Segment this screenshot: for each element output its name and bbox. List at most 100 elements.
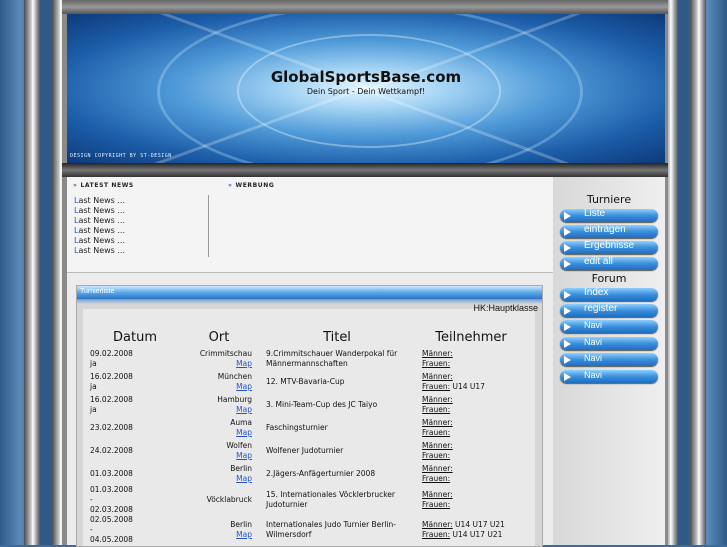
- place-cell: Crimmitschau: [199, 348, 252, 358]
- news-item[interactable]: Last News ...: [74, 226, 125, 236]
- table-row[interactable]: 16.02.2008 ja Hamburg Map 3. Mini-Team-Cup…: [90, 393, 526, 416]
- women-link[interactable]: Frauen:: [422, 428, 450, 437]
- title-cell[interactable]: Faschingsturnier: [258, 416, 416, 439]
- title-cell[interactable]: 12. MTV-Bavaria-Cup: [258, 370, 416, 393]
- women-link[interactable]: Frauen:: [422, 382, 450, 391]
- date-cell: 24.02.2008: [90, 445, 133, 455]
- decor-pillar: [690, 0, 706, 545]
- map-link[interactable]: Map: [236, 359, 252, 368]
- header-banner: GlobalSportsBase.com Dein Sport - Dein W…: [67, 14, 665, 163]
- map-link[interactable]: Map: [236, 405, 252, 414]
- nav-register-button[interactable]: register: [560, 303, 658, 317]
- men-classes: U14 U17 U21: [452, 520, 505, 529]
- nav-navi-button[interactable]: Navi: [560, 337, 658, 350]
- table-row[interactable]: 01.03.2008-02.03.2008 Vöcklabruck 15. In…: [90, 485, 526, 515]
- women-link[interactable]: Frauen:: [422, 451, 450, 460]
- titlebar-shadow: [77, 299, 542, 304]
- nav-liste-button[interactable]: Liste: [560, 208, 658, 222]
- play-arrow-icon: [564, 291, 571, 299]
- table-row[interactable]: 01.03.2008 Berlin Map 2.Jägers-Anfägertur…: [90, 462, 526, 485]
- design-copyright: DESIGN COPYRIGHT BY ST-DESIGN: [70, 153, 172, 159]
- news-list: Last News ... Last News ... Last News ..…: [74, 196, 125, 256]
- table-row[interactable]: 23.02.2008 Auma Map Faschingsturnier Männ…: [90, 416, 526, 439]
- sidebar-title-turniere: Turniere: [586, 193, 632, 206]
- women-link[interactable]: Frauen:: [422, 474, 450, 483]
- map-link[interactable]: Map: [236, 382, 252, 391]
- women-link[interactable]: Frauen:: [422, 359, 450, 368]
- map-link[interactable]: Map: [236, 474, 252, 483]
- divider: [208, 195, 209, 257]
- double-chevron-icon: »: [73, 182, 78, 189]
- news-item[interactable]: Last News ...: [74, 216, 125, 226]
- men-link[interactable]: Männer:: [422, 395, 453, 404]
- play-arrow-icon: [564, 356, 571, 364]
- men-link[interactable]: Männer:: [422, 520, 453, 529]
- title-cell[interactable]: 9.Crimmitschauer Wanderpokal für Männerm…: [258, 347, 416, 370]
- women-link[interactable]: Frauen:: [422, 405, 450, 414]
- nav-eintragen-button[interactable]: eintragen: [560, 224, 658, 238]
- column-header-datum: Datum: [113, 329, 157, 345]
- nav-ergebnisse-button[interactable]: Ergebnisse: [560, 240, 658, 254]
- tournament-list-titlebar: Turnierliste: [77, 286, 542, 299]
- date-extra: -: [90, 495, 93, 504]
- nav-navi-button[interactable]: Navi: [560, 320, 658, 333]
- title-cell[interactable]: Wolfener Judoturnier: [258, 439, 416, 462]
- map-link[interactable]: Map: [236, 451, 252, 460]
- place-cell: Vöcklabruck: [206, 495, 252, 504]
- place-cell: Berlin: [230, 463, 252, 473]
- play-arrow-icon: [564, 373, 571, 381]
- place-cell: München: [217, 371, 252, 381]
- date-cell: 02.05.2008: [90, 515, 133, 524]
- title-cell[interactable]: 3. Mini-Team-Cup des JC Taiyo: [258, 393, 416, 416]
- place-cell: Auma: [230, 417, 252, 427]
- play-arrow-icon: [564, 228, 571, 236]
- men-link[interactable]: Männer:: [422, 490, 453, 499]
- nav-navi-button[interactable]: Navi: [560, 353, 658, 366]
- site-title: GlobalSportsBase.com: [270, 68, 462, 86]
- women-link[interactable]: Frauen:: [422, 530, 450, 539]
- title-cell[interactable]: Internationales Judo Turnier Berlin-Wilm…: [258, 515, 416, 545]
- news-item[interactable]: Last News ...: [74, 236, 125, 246]
- class-legend: HK:Hauptklasse: [473, 303, 538, 313]
- date-end: 02.03.2008: [90, 505, 133, 514]
- men-link[interactable]: Männer:: [422, 441, 453, 450]
- column-header-titel: Titel: [323, 329, 351, 345]
- map-link[interactable]: Map: [236, 530, 252, 539]
- nav-navi-button[interactable]: Navi: [560, 370, 658, 383]
- nav-index-button[interactable]: Index: [560, 287, 658, 301]
- date-extra: ja: [90, 404, 97, 414]
- date-end: 04.05.2008: [90, 535, 133, 544]
- play-arrow-icon: [564, 307, 571, 315]
- date-extra: ja: [90, 358, 97, 368]
- date-extra: ja: [90, 381, 97, 391]
- tournament-list-panel: Turnierliste HK:Hauptklasse Datum Ort Ti…: [76, 285, 543, 547]
- men-link[interactable]: Männer:: [422, 464, 453, 473]
- women-link[interactable]: Frauen:: [422, 500, 450, 509]
- play-arrow-icon: [564, 323, 571, 331]
- date-cell: 23.02.2008: [90, 422, 133, 432]
- nav-edit-all-button[interactable]: edit all: [560, 256, 658, 270]
- place-cell: Wolfen: [226, 440, 252, 450]
- table-row[interactable]: 09.02.2008 ja Crimmitschau Map 9.Crimmitsc…: [90, 347, 526, 370]
- news-item[interactable]: Last News ...: [74, 206, 125, 216]
- play-arrow-icon: [564, 340, 571, 348]
- table-row[interactable]: 02.05.2008-04.05.2008 Berlin Map Internat…: [90, 515, 526, 545]
- news-item[interactable]: Last News ...: [74, 196, 125, 206]
- table-row[interactable]: 16.02.2008 ja München Map 12. MTV-Bavaria-…: [90, 370, 526, 393]
- map-link[interactable]: Map: [236, 428, 252, 437]
- men-link[interactable]: Männer:: [422, 349, 453, 358]
- news-item[interactable]: Last News ...: [74, 246, 125, 256]
- men-link[interactable]: Männer:: [422, 372, 453, 381]
- title-cell[interactable]: 15. Internationales Vöcklerbrucker Judot…: [258, 485, 416, 515]
- double-chevron-icon: »: [228, 182, 233, 189]
- date-extra: -: [90, 525, 93, 534]
- news-section: » LATEST NEWS » WERBUNG Last News ... Last…: [67, 177, 553, 273]
- table-row[interactable]: 24.02.2008 Wolfen Map Wolfener Judoturnie…: [90, 439, 526, 462]
- play-arrow-icon: [564, 212, 571, 220]
- date-cell: 16.02.2008: [90, 394, 133, 404]
- top-bar: [62, 0, 668, 14]
- title-cell[interactable]: 2.Jägers-Anfägerturnier 2008: [258, 462, 416, 485]
- men-link[interactable]: Männer:: [422, 418, 453, 427]
- date-cell: 09.02.2008: [90, 348, 133, 358]
- date-cell: 01.03.2008: [90, 468, 133, 478]
